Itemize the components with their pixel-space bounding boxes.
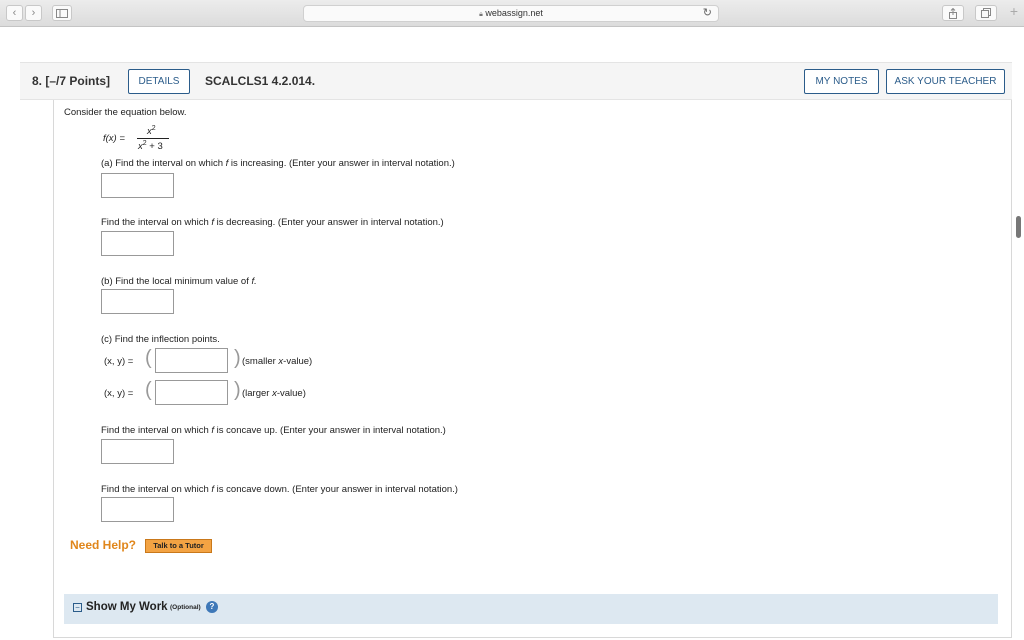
chevron-right-icon: › xyxy=(31,7,36,19)
address-bar[interactable]: 🔒︎ webassign.net ↻ xyxy=(303,5,719,22)
open-paren-2: ( xyxy=(145,379,152,401)
concave-up-input[interactable] xyxy=(101,439,174,464)
question-header: 8. [–/7 Points] DETAILS SCALCLS1 4.2.014… xyxy=(20,62,1012,100)
concave-down-input[interactable] xyxy=(101,497,174,522)
function-lhs: f(x) = xyxy=(103,133,125,144)
show-my-work-label[interactable]: Show My Work xyxy=(86,601,168,613)
plus-icon[interactable]: + xyxy=(1010,3,1018,19)
open-paren-1: ( xyxy=(145,347,152,369)
local-minimum-input[interactable] xyxy=(101,289,174,314)
close-paren-2: ) xyxy=(234,379,241,401)
concave-down-prompt: Find the interval on which f is concave … xyxy=(101,484,458,495)
part-c-prompt: (c) Find the inflection points. xyxy=(101,334,220,345)
back-button[interactable]: ‹ xyxy=(6,5,23,21)
inflection-point-larger-input[interactable] xyxy=(155,380,228,405)
denominator: x2 + 3 xyxy=(138,140,163,153)
help-icon[interactable]: ? xyxy=(206,601,218,613)
intro-text: Consider the equation below. xyxy=(64,107,187,118)
chevron-left-icon: ‹ xyxy=(12,7,17,19)
my-notes-button[interactable]: MY NOTES xyxy=(804,69,879,94)
url-text: webassign.net xyxy=(485,8,543,18)
scrollbar-thumb[interactable] xyxy=(1016,216,1021,238)
part-b-prompt: (b) Find the local minimum value of f. xyxy=(101,276,257,287)
decreasing-interval-input[interactable] xyxy=(101,231,174,256)
concave-up-prompt: Find the interval on which f is concave … xyxy=(101,425,446,436)
part-a-prompt: (a) Find the interval on which f is incr… xyxy=(101,158,455,169)
details-button[interactable]: DETAILS xyxy=(128,69,190,94)
collapse-toggle-icon[interactable]: − xyxy=(73,603,82,612)
inflection-point-smaller-input[interactable] xyxy=(155,348,228,373)
increasing-interval-input[interactable] xyxy=(101,173,174,198)
forward-button[interactable]: › xyxy=(25,5,42,21)
ask-teacher-button[interactable]: ASK YOUR TEACHER xyxy=(886,69,1005,94)
question-number-points: 8. [–/7 Points] xyxy=(32,74,111,88)
talk-to-tutor-button[interactable]: Talk to a Tutor xyxy=(145,539,212,553)
equation: f(x) = x2 x2 + 3 xyxy=(101,125,181,155)
decreasing-prompt: Find the interval on which f is decreasi… xyxy=(101,217,444,228)
reload-icon[interactable]: ↻ xyxy=(703,6,712,21)
close-paren-1: ) xyxy=(234,347,241,369)
smaller-x-label: (smaller x-value) xyxy=(242,356,313,367)
browser-toolbar: ‹ › 🔒︎ webassign.net ↻ + xyxy=(0,0,1024,27)
share-button[interactable] xyxy=(942,5,964,21)
optional-label: (Optional) xyxy=(170,604,201,611)
share-icon xyxy=(949,7,957,19)
xy-label-1: (x, y) = xyxy=(104,356,134,367)
fraction-bar xyxy=(137,138,169,139)
xy-label-2: (x, y) = xyxy=(104,388,134,399)
numerator: x2 xyxy=(147,125,156,138)
sidebar-icon xyxy=(56,9,68,18)
question-code: SCALCLS1 4.2.014. xyxy=(205,74,316,88)
larger-x-label: (larger x-value) xyxy=(242,388,306,399)
lock-icon: 🔒︎ xyxy=(479,11,483,18)
tabs-button[interactable] xyxy=(975,5,997,21)
tabs-icon xyxy=(981,8,991,18)
sidebar-button[interactable] xyxy=(52,5,72,21)
show-my-work-panel[interactable]: − Show My Work (Optional) ? xyxy=(64,594,998,624)
need-help-label: Need Help? xyxy=(70,538,137,552)
